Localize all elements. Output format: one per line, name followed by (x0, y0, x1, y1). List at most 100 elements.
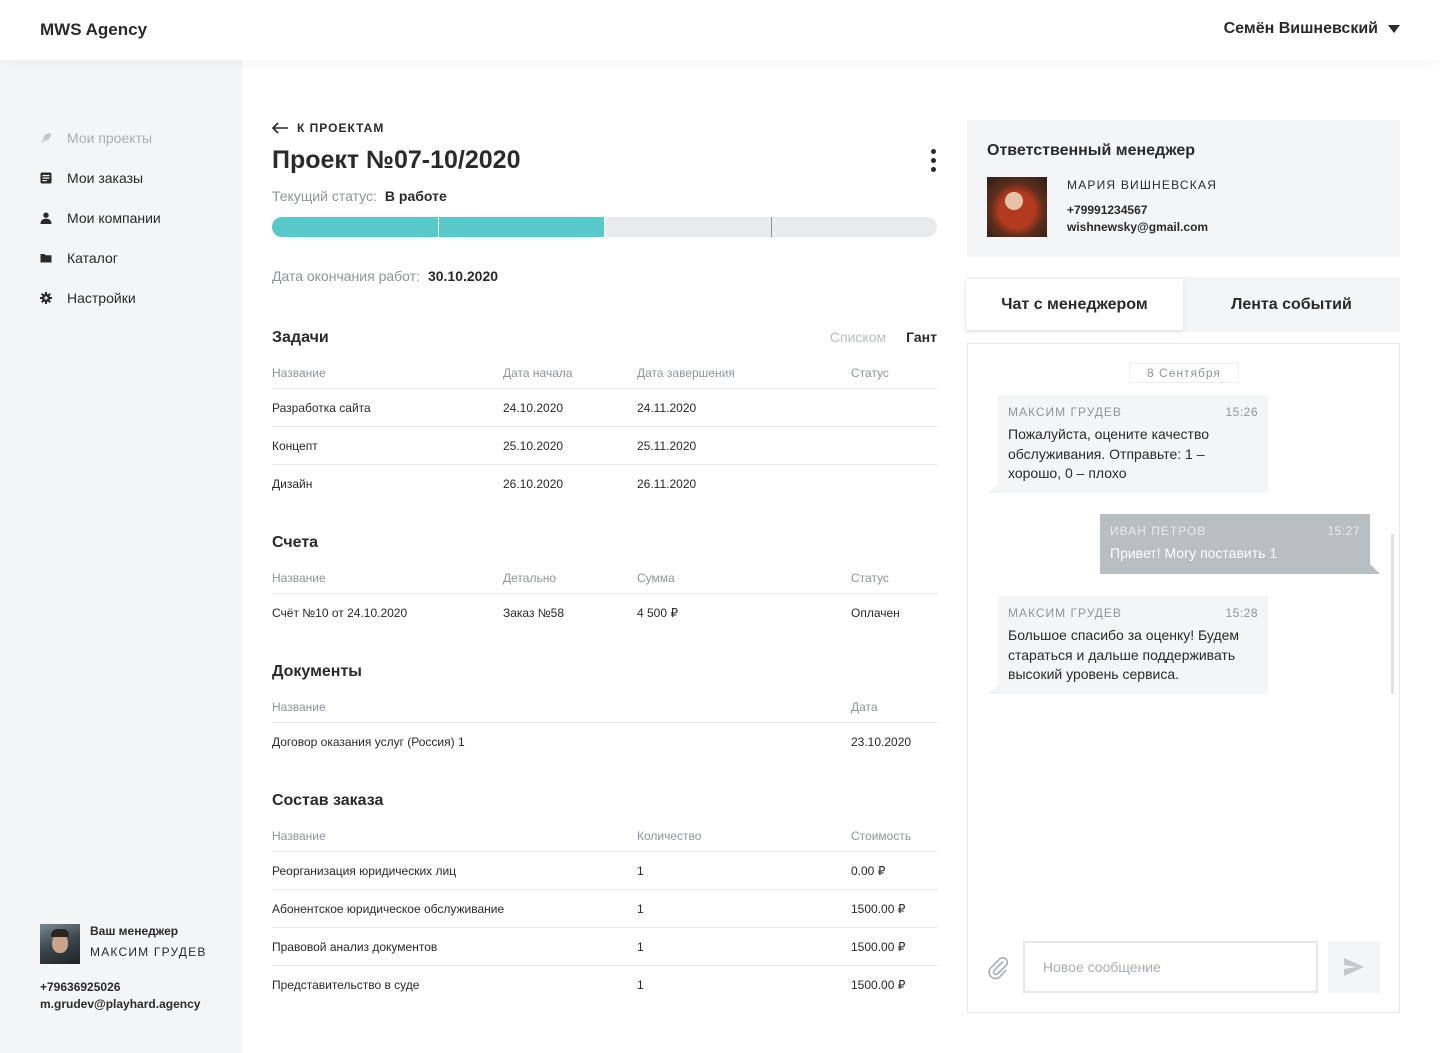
table-header: Название Дата (272, 693, 937, 723)
table-row[interactable]: Концепт 25.10.2020 25.11.2020 (272, 427, 937, 465)
message-time: 15:28 (1225, 606, 1258, 620)
sidebar: Мои проекты Мои заказы Мои компании Ката… (0, 60, 242, 1053)
column-header: Стоимость (851, 829, 912, 843)
progress-stage (272, 217, 439, 237)
table-row[interactable]: Реорганизация юридических лиц 1 0.00 ₽ (272, 852, 937, 890)
column-header: Дата завершения (637, 366, 735, 380)
task-end: 25.11.2020 (637, 438, 697, 453)
document-date: 23.10.2020 (851, 735, 912, 749)
invoice-detail: Заказ №58 (503, 606, 565, 620)
user-menu[interactable]: Семён Вишневский (1224, 20, 1400, 38)
responsible-manager-name: МАРИЯ ВИШНЕВСКАЯ (1067, 178, 1218, 192)
table-header: Название Детально Сумма Статус (272, 564, 937, 594)
message-text: Привет! Могу поставить 1 (1110, 545, 1278, 561)
manager-email[interactable]: m.grudev@playhard.agency (40, 997, 200, 1011)
panel-tabs: Чат с менеджером Лента событий (965, 277, 1400, 332)
sidebar-item-projects[interactable]: Мои проекты (40, 118, 161, 158)
status-label: Текущий статус: (272, 188, 377, 204)
task-start: 26.10.2020 (503, 477, 564, 491)
document-name: Договор оказания услуг (Россия) 1 (272, 735, 465, 749)
message-input[interactable] (1023, 941, 1318, 993)
end-date: Дата окончания работ: 30.10.2020 (272, 268, 498, 284)
task-start: 24.10.2020 (503, 400, 564, 415)
task-name: Разработка сайта (272, 400, 371, 415)
view-gantt-option[interactable]: Гант (906, 329, 937, 345)
tab-chat[interactable]: Чат с менеджером (966, 279, 1183, 330)
end-date-value: 30.10.2020 (427, 268, 499, 284)
top-header: MWS Agency Семён Вишневский (0, 0, 1440, 60)
column-header: Дата (851, 700, 878, 714)
brand-logo[interactable]: MWS Agency (40, 20, 147, 40)
table-row[interactable]: Дизайн 26.10.2020 26.11.2020 (272, 465, 937, 503)
column-header: Название (272, 366, 326, 380)
chat-message: ИВАН ПЕТРОВ 15:27 Привет! Могу поставить… (1100, 514, 1380, 574)
paperclip-icon[interactable] (986, 956, 1010, 980)
table-row[interactable]: Счёт №10 от 24.10.2020 Заказ №58 4 500 ₽… (272, 594, 937, 632)
chat-message: МАКСИМ ГРУДЕВ 15:26 Пожалуйста, оцените … (988, 395, 1268, 493)
task-start: 25.10.2020 (503, 438, 564, 453)
progress-stage (772, 217, 938, 237)
manager-phone[interactable]: +79636925026 (40, 980, 120, 994)
order-item-cost: 1500.00 ₽ (851, 939, 906, 954)
order-table: Название Количество Стоимость Реорганиза… (272, 822, 937, 1004)
back-to-projects-link[interactable]: К ПРОЕКТАМ (272, 121, 384, 135)
invoices-table: Название Детально Сумма Статус Счёт №10 … (272, 564, 937, 632)
sidebar-item-catalog[interactable]: Каталог (40, 238, 161, 278)
chat-date: 8 Сентября (1129, 363, 1239, 383)
sidebar-item-label: Мои заказы (67, 170, 144, 186)
column-header: Количество (637, 829, 702, 843)
documents-title: Документы (272, 663, 362, 680)
chat-panel: 8 Сентября МАКСИМ ГРУДЕВ 15:26 Пожалуйст… (967, 343, 1400, 1013)
responsible-manager-email[interactable]: wishnewsky@gmail.com (1067, 220, 1208, 234)
documents-table: Название Дата Договор оказания услуг (Ро… (272, 693, 937, 761)
message-author: МАКСИМ ГРУДЕВ (1008, 606, 1122, 620)
order-item-qty: 1 (637, 901, 644, 916)
order-item-name: Представительство в суде (272, 978, 420, 992)
avatar (987, 177, 1047, 237)
table-row[interactable]: Разработка сайта 24.10.2020 24.11.2020 (272, 389, 937, 427)
sidebar-item-companies[interactable]: Мои компании (40, 198, 161, 238)
rocket-icon (40, 132, 52, 144)
manager-title: Ваш менеджер (90, 924, 179, 938)
order-title: Состав заказа (272, 792, 384, 809)
responsible-manager-card: Ответственный менеджер МАРИЯ ВИШНЕВСКАЯ … (967, 120, 1400, 257)
user-name[interactable]: Семён Вишневский (1224, 20, 1378, 38)
column-header: Статус (851, 571, 889, 585)
responsible-manager-phone[interactable]: +79991234567 (1067, 203, 1147, 217)
manager-name: МАКСИМ ГРУДЕВ (90, 945, 207, 959)
column-header: Название (272, 571, 326, 585)
task-end: 26.11.2020 (637, 477, 697, 491)
tab-events[interactable]: Лента событий (1183, 277, 1400, 332)
user-icon (40, 212, 52, 224)
table-row[interactable]: Договор оказания услуг (Россия) 1 23.10.… (272, 723, 937, 761)
table-row[interactable]: Правовой анализ документов 1 1500.00 ₽ (272, 928, 937, 966)
progress-stage (605, 217, 772, 237)
column-header: Название (272, 700, 326, 714)
status-value: В работе (384, 188, 447, 204)
message-time: 15:27 (1327, 524, 1360, 538)
progress-bar (272, 217, 937, 237)
chat-scrollbar[interactable] (1391, 534, 1394, 694)
message-text: Пожалуйста, оцените качество обслуживани… (1008, 426, 1210, 481)
message-author: ИВАН ПЕТРОВ (1110, 524, 1207, 538)
column-header: Дата начала (503, 366, 573, 380)
table-row[interactable]: Абонентское юридическое обслуживание 1 1… (272, 890, 937, 928)
view-list-option[interactable]: Списком (830, 329, 886, 345)
send-button[interactable] (1328, 941, 1380, 993)
document-icon (40, 172, 52, 184)
order-item-name: Абонентское юридическое обслуживание (272, 901, 505, 916)
back-label: К ПРОЕКТАМ (297, 121, 385, 135)
folder-icon (40, 252, 52, 264)
order-item-cost: 0.00 ₽ (851, 863, 886, 878)
sidebar-item-settings[interactable]: Настройки (40, 278, 161, 318)
order-item-cost: 1500.00 ₽ (851, 901, 906, 916)
chat-message: МАКСИМ ГРУДЕВ 15:28 Большое спасибо за о… (988, 596, 1268, 694)
sidebar-item-orders[interactable]: Мои заказы (40, 158, 161, 198)
task-end: 24.11.2020 (637, 400, 697, 415)
order-item-name: Правовой анализ документов (272, 939, 438, 954)
more-options-icon[interactable] (924, 146, 942, 174)
table-row[interactable]: Представительство в суде 1 1500.00 ₽ (272, 966, 937, 1004)
chevron-down-icon[interactable] (1388, 25, 1400, 33)
order-item-qty: 1 (637, 978, 644, 992)
table-header: Название Дата начала Дата завершения Ста… (272, 359, 937, 389)
